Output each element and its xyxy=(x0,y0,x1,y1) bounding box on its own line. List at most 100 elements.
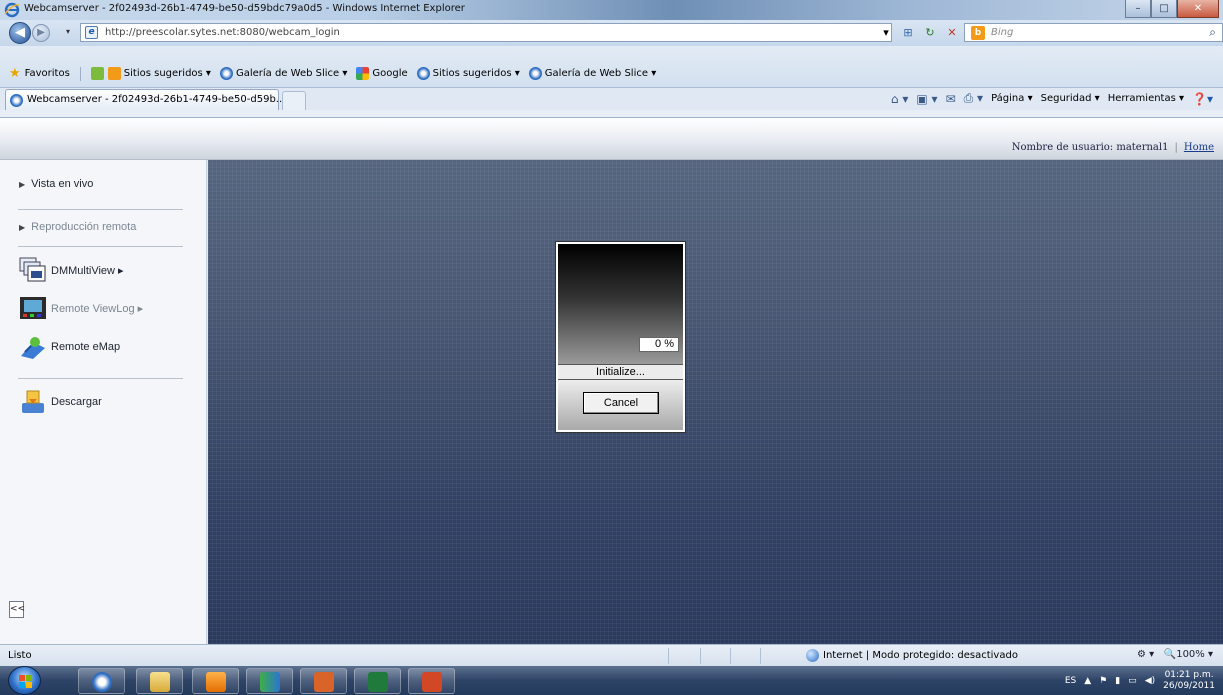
favorite-link-label: Google xyxy=(372,68,408,79)
sidebar-item-download[interactable]: Descargar xyxy=(19,389,102,415)
address-field[interactable]: e http://preescolar.sytes.net:8080/webca… xyxy=(80,23,892,42)
show-hidden-icons-icon[interactable]: ▲ xyxy=(1084,676,1091,686)
search-icon[interactable]: ⌕ xyxy=(1209,25,1216,40)
compatibility-view-icon[interactable]: ⊞ xyxy=(900,25,916,41)
tools-menu[interactable]: Herramientas ▾ xyxy=(1108,93,1184,104)
status-separator xyxy=(700,648,701,664)
new-tab-button[interactable] xyxy=(282,91,306,110)
ie-icon xyxy=(10,94,23,107)
sidebar-item-label: Descargar xyxy=(51,396,102,408)
zoom-control[interactable]: ⚙ ▾ 🔍100% ▾ xyxy=(1137,649,1213,660)
sidebar-item-label: Remote eMap xyxy=(51,341,121,353)
status-separator xyxy=(668,648,669,664)
tab-label: Webcamserver - 2f02493d-26b1-4749-be50-d… xyxy=(27,94,286,105)
home-icon[interactable]: ⌂ ▾ xyxy=(891,92,908,106)
command-bar: ⌂ ▾ ▣ ▾ ✉ ⎙ ▾ Página ▾ Seguridad ▾ Herra… xyxy=(891,91,1213,106)
ie-icon xyxy=(219,67,233,80)
back-button[interactable]: ◀ xyxy=(9,22,31,44)
zoom-level: 100% xyxy=(1176,649,1205,660)
messenger-icon xyxy=(260,672,280,692)
close-icon: ✕ xyxy=(1193,3,1203,14)
taskbar-explorer-button[interactable] xyxy=(136,668,183,694)
volume-icon[interactable]: ◀) xyxy=(1145,676,1155,686)
add-to-favorites-icon[interactable] xyxy=(90,67,104,80)
ie-icon xyxy=(528,67,542,80)
status-bar: Listo Internet | Modo protegido: desacti… xyxy=(0,644,1223,666)
mail-icon[interactable]: ✉ xyxy=(946,92,956,106)
sidebar-item-remote-playback[interactable]: ▶ Reproducción remota xyxy=(19,221,136,233)
fox-icon xyxy=(314,672,334,692)
sidebar-item-label: DMMultiView ▸ xyxy=(51,264,124,277)
sidebar-item-multiview[interactable]: DMMultiView ▸ xyxy=(19,257,124,283)
favorite-link[interactable]: Galería de Web Slice ▾ xyxy=(528,67,656,80)
maximize-icon: □ xyxy=(1159,3,1169,14)
refresh-icon[interactable]: ↻ xyxy=(922,25,938,41)
page-icon: e xyxy=(85,26,98,39)
minimize-icon: – xyxy=(1135,3,1141,14)
ie-icon xyxy=(416,67,430,80)
help-icon[interactable]: ❓▾ xyxy=(1192,92,1213,106)
language-indicator[interactable]: ES xyxy=(1065,676,1076,686)
sidebar: ▶ Vista en vivo ▶ Reproducción remota DMMu… xyxy=(0,160,207,644)
title-bar[interactable]: Webcamserver - 2f02493d-26b1-4749-be50-d… xyxy=(0,0,1223,20)
bing-icon xyxy=(107,67,121,80)
minimize-button[interactable]: – xyxy=(1125,0,1151,18)
forward-button[interactable]: ▶ xyxy=(32,24,50,42)
video-area xyxy=(208,160,1223,644)
network-icon[interactable]: ▭ xyxy=(1128,676,1137,686)
taskbar-ie-button[interactable] xyxy=(78,668,125,694)
multiview-icon xyxy=(19,257,46,282)
maximize-button[interactable]: □ xyxy=(1151,0,1177,18)
sidebar-item-emap[interactable]: Remote eMap xyxy=(19,334,120,360)
user-info: Nombre de usuario: maternal1 | Home xyxy=(1012,142,1214,153)
favorite-link[interactable]: Google xyxy=(356,67,408,80)
favorite-link[interactable]: Galería de Web Slice ▾ xyxy=(219,67,347,80)
status-separator xyxy=(730,648,731,664)
history-dropdown-icon[interactable]: ▾ xyxy=(66,27,70,36)
home-link[interactable]: Home xyxy=(1184,142,1214,153)
browser-tab[interactable]: Webcamserver - 2f02493d-26b1-4749-be50-d… xyxy=(5,89,285,110)
taskbar-messenger-button[interactable] xyxy=(246,668,293,694)
favorite-link[interactable]: Sitios sugeridos ▾ xyxy=(416,67,520,80)
sidebar-item-live-view[interactable]: ▶ Vista en vivo xyxy=(19,178,93,190)
stop-icon[interactable]: ✕ xyxy=(944,25,960,41)
favorites-separator xyxy=(79,66,81,81)
taskbar-fox-app-button[interactable] xyxy=(300,668,347,694)
folder-icon xyxy=(150,672,170,692)
print-icon[interactable]: ⎙ ▾ xyxy=(964,91,983,106)
bing-icon: b xyxy=(971,26,985,40)
sidebar-item-label: Remote ViewLog ▸ xyxy=(51,302,144,315)
search-placeholder: Bing xyxy=(991,27,1014,38)
close-button[interactable]: ✕ xyxy=(1177,0,1219,18)
sidebar-item-viewlog[interactable]: Remote ViewLog ▸ xyxy=(19,295,143,321)
taskbar-media-button[interactable] xyxy=(192,668,239,694)
security-menu[interactable]: Seguridad ▾ xyxy=(1041,93,1100,104)
search-field[interactable]: b Bing ⌕ xyxy=(964,23,1223,42)
security-zone[interactable]: Internet | Modo protegido: desactivado xyxy=(806,649,1018,662)
feeds-icon[interactable]: ▣ ▾ xyxy=(916,92,937,106)
battery-icon[interactable]: ▮ xyxy=(1115,676,1120,686)
emap-icon xyxy=(21,337,45,359)
clock[interactable]: 01:21 p.m. 26/09/2011 xyxy=(1163,670,1215,692)
window-title: Webcamserver - 2f02493d-26b1-4749-be50-d… xyxy=(24,3,465,14)
dialog-status: Initialize... xyxy=(558,364,683,380)
back-arrow-icon: ◀ xyxy=(15,25,25,40)
collapse-sidebar-button[interactable]: << xyxy=(9,601,25,618)
ie-icon xyxy=(92,672,112,692)
favorites-button[interactable]: Favoritos xyxy=(25,68,70,79)
taskbar-excel-button[interactable] xyxy=(354,668,401,694)
ie-logo-icon xyxy=(4,2,20,18)
favorites-star-icon[interactable]: ★ xyxy=(9,66,21,81)
tab-strip-line xyxy=(0,110,1223,118)
flag-icon[interactable]: ⚑ xyxy=(1099,676,1107,686)
status-separator xyxy=(760,648,761,664)
taskbar-powerpoint-button[interactable] xyxy=(408,668,455,694)
page-menu[interactable]: Página ▾ xyxy=(991,93,1033,104)
start-button[interactable] xyxy=(8,666,41,695)
loading-dialog: 0 % Initialize... Cancel xyxy=(556,242,685,432)
cancel-button[interactable]: Cancel xyxy=(583,392,659,414)
address-dropdown-icon[interactable]: ▾ xyxy=(878,25,894,41)
download-icon xyxy=(22,390,44,413)
favorite-link[interactable]: Sitios sugeridos ▾ xyxy=(107,67,211,80)
sidebar-divider xyxy=(18,246,183,247)
